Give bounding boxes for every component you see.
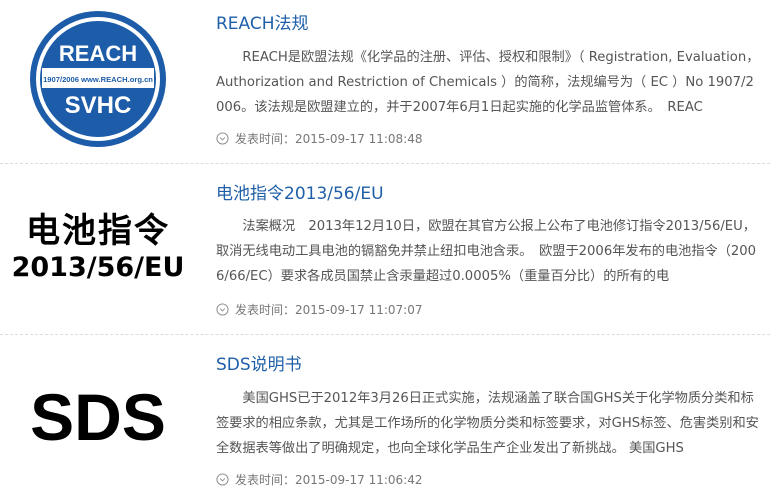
article-thumbnail[interactable]: 电池指令 2013/56/EU [0, 168, 196, 328]
meta-label: 发表时间： [235, 132, 296, 146]
badge-middle-text: 1907/2006 www.REACH.org.cn [43, 75, 153, 84]
publish-date: 2015-09-17 11:06:42 [295, 472, 423, 487]
article-summary: REACH是欧盟法规《化学品的注册、评估、授权和限制》（ Registratio… [216, 50, 760, 115]
clock-icon [216, 303, 229, 316]
thumbnail-line-2: 2013/56/EU [11, 252, 185, 283]
article-meta: 发表时间： 2015-09-17 11:08:48 [216, 130, 422, 147]
clock-icon [216, 132, 229, 145]
article-item: SDS SDS说明书 美国GHS已于2012年3月26日正式实施，法规涵盖了联合… [0, 338, 770, 495]
thumbnail-text: 电池指令 2013/56/EU [12, 211, 185, 285]
article-title[interactable]: 电池指令2013/56/EU [216, 179, 384, 204]
publish-date: 2015-09-17 11:07:07 [295, 302, 423, 317]
meta-label: 发表时间： [235, 303, 296, 317]
publish-date: 2015-09-17 11:08:48 [295, 131, 423, 146]
article-summary: 美国GHS已于2012年3月26日正式实施，法规涵盖了联合国GHS关于化学物质分… [216, 391, 759, 456]
article-title[interactable]: SDS说明书 [216, 350, 302, 375]
badge-bottom-text: SVHC [65, 92, 132, 119]
article-title[interactable]: REACH法规 [216, 9, 309, 34]
article-summary: 法案概况 2013年12月10日，欧盟在其官方公报上公布了电池修订指令2013/… [216, 219, 757, 284]
article-item: REACH 1907/2006 www.REACH.org.cn SVHC RE… [0, 0, 770, 160]
article-thumbnail[interactable]: REACH 1907/2006 www.REACH.org.cn SVHC [0, 8, 196, 150]
thumbnail-line-1: 电池指令 [26, 211, 170, 251]
clock-icon [216, 473, 229, 486]
meta-label: 发表时间： [235, 473, 296, 487]
thumbnail-text: SDS [30, 379, 166, 454]
reach-svhc-logo: REACH 1907/2006 www.REACH.org.cn SVHC [30, 11, 166, 147]
article-meta: 发表时间： 2015-09-17 11:07:07 [216, 301, 422, 318]
divider [0, 334, 770, 335]
article-item: 电池指令 2013/56/EU 电池指令2013/56/EU 法案概况 2013… [0, 168, 770, 328]
article-meta: 发表时间： 2015-09-17 11:06:42 [216, 471, 422, 488]
article-thumbnail[interactable]: SDS [0, 338, 196, 495]
badge-top-text: REACH [59, 41, 137, 66]
divider [0, 163, 770, 164]
